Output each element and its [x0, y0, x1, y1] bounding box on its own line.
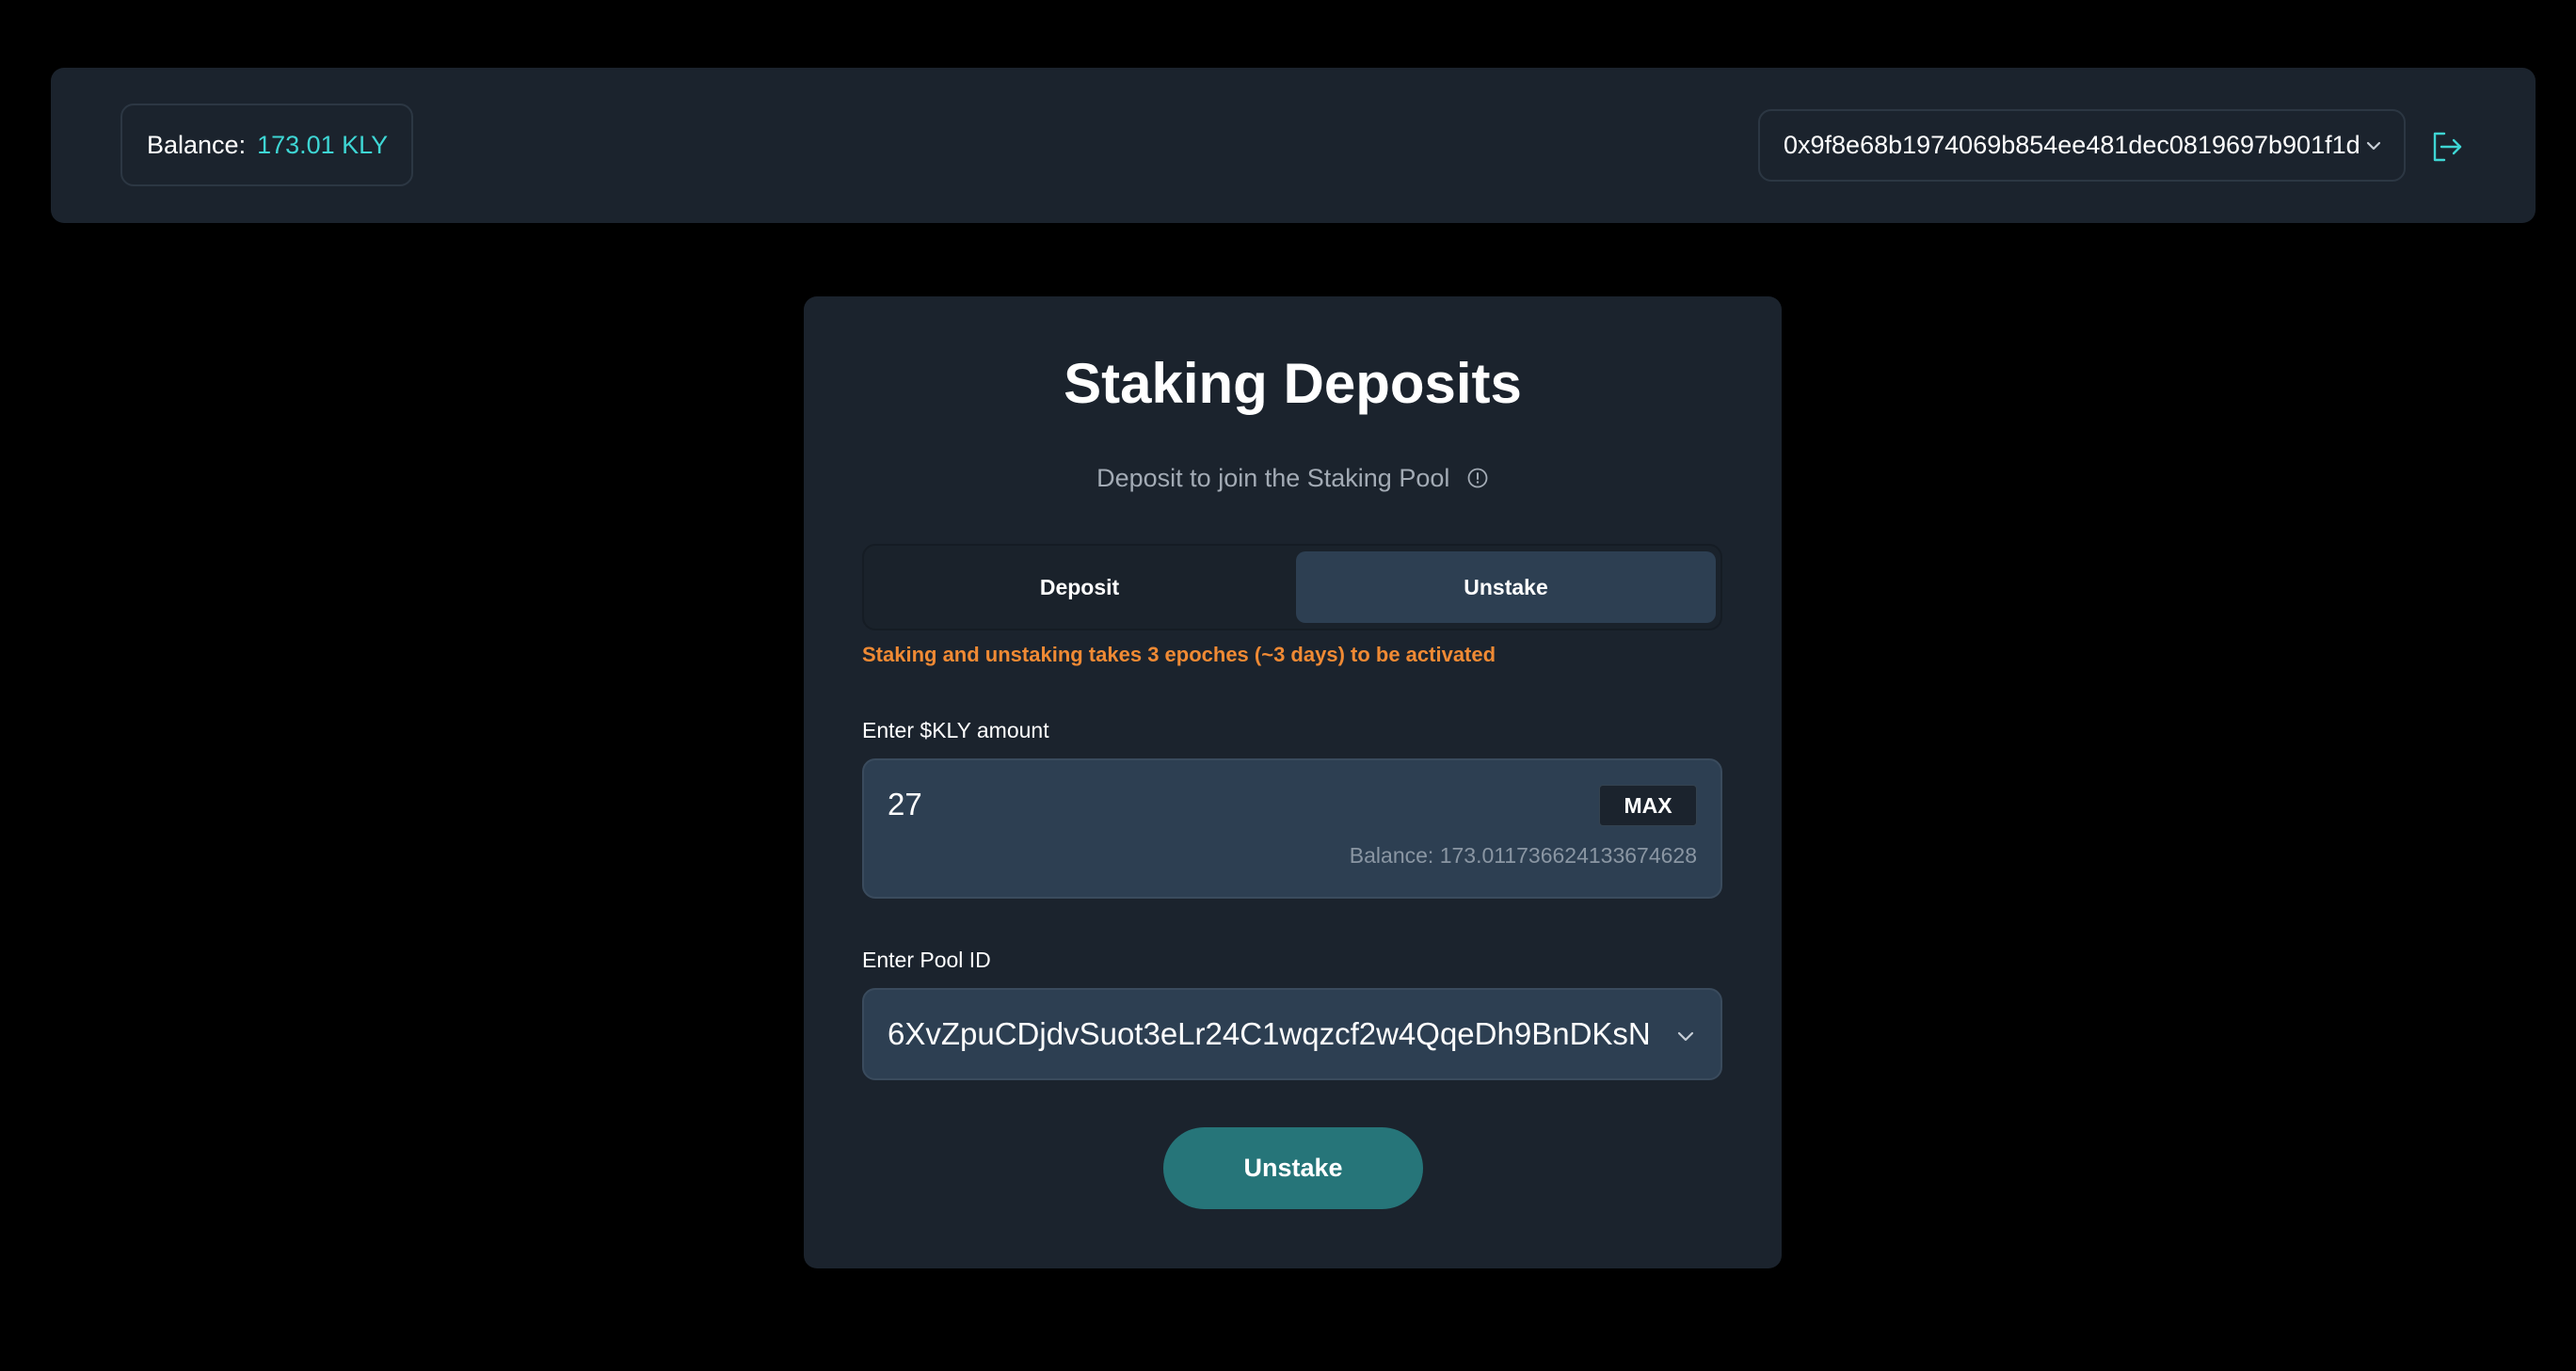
staking-card: Staking Deposits Deposit to join the Sta… [804, 296, 1782, 1268]
page-title: Staking Deposits [1064, 352, 1522, 415]
pool-id-dropdown[interactable]: 6XvZpuCDjdvSuot3eLr24C1wqzcf2w4QqeDh9BnD… [862, 988, 1722, 1080]
tab-unstake[interactable]: Unstake [1296, 551, 1716, 623]
unstake-button[interactable]: Unstake [1163, 1127, 1423, 1209]
amount-input[interactable]: 27 MAX Balance: 173.011736624133674628 [862, 758, 1722, 899]
chevron-down-icon [2366, 141, 2381, 151]
tab-deposit[interactable]: Deposit [870, 551, 1289, 623]
wallet-address: 0x9f8e68b1974069b854ee481dec0819697b901f… [1784, 131, 2360, 159]
subtitle-text: Deposit to join the Staking Pool [1096, 464, 1450, 492]
amount-label: Enter $KLY amount [862, 718, 1049, 742]
info-icon[interactable] [1466, 467, 1489, 489]
pool-id-label: Enter Pool ID [862, 948, 991, 972]
balance-label: Balance: [147, 130, 247, 159]
balance-value: 173.01 KLY [257, 130, 389, 159]
activation-warning: Staking and unstaking takes 3 epoches (~… [862, 643, 1496, 666]
chevron-down-icon [1677, 1031, 1694, 1042]
balance-display: Balance: 173.01 KLY [120, 104, 414, 186]
top-bar: Balance: 173.01 KLY 0x9f8e68b1974069b854… [51, 68, 2536, 223]
page-subtitle: Deposit to join the Staking Pool [804, 464, 1782, 493]
pool-id-value: 6XvZpuCDjdvSuot3eLr24C1wqzcf2w4QqeDh9BnD… [888, 1016, 1651, 1051]
wallet-address-dropdown[interactable]: 0x9f8e68b1974069b854ee481dec0819697b901f… [1758, 109, 2406, 182]
mode-tabs: Deposit Unstake [862, 544, 1722, 630]
amount-balance: Balance: 173.011736624133674628 [1349, 843, 1697, 868]
logout-icon[interactable] [2430, 130, 2464, 164]
amount-value[interactable]: 27 [888, 787, 922, 822]
max-button[interactable]: MAX [1599, 785, 1697, 826]
